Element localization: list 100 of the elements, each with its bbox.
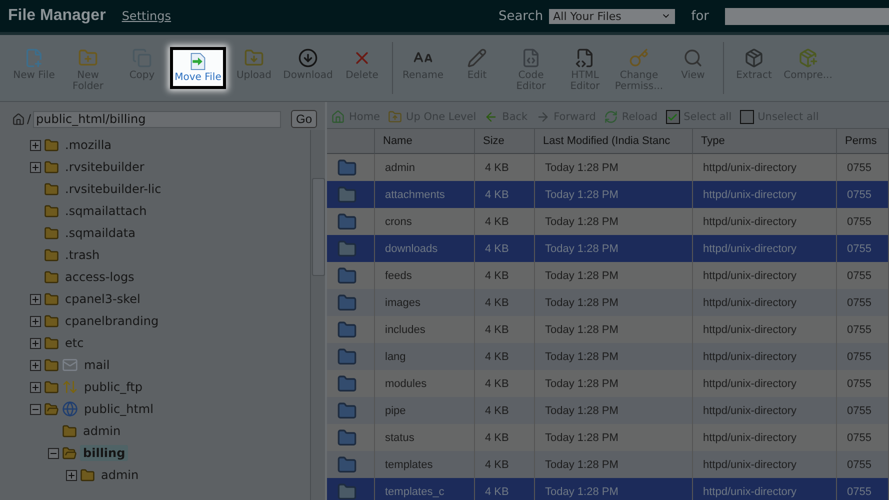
- table-cell: 4 KB: [475, 262, 535, 289]
- box-icon: [744, 48, 764, 68]
- table-cell: httpd/unix-directory: [693, 424, 837, 451]
- table-cell: Today 1:28 PM: [535, 370, 693, 397]
- table-cell: Today 1:28 PM: [535, 208, 693, 235]
- table-cell: Today 1:28 PM: [535, 424, 693, 451]
- globe-icon: [62, 401, 78, 417]
- folder-icon: [337, 266, 357, 286]
- table-cell: 0755: [837, 154, 889, 181]
- settings-link[interactable]: Settings: [122, 9, 172, 23]
- upload-icon: [244, 48, 264, 68]
- table-cell: httpd/unix-directory: [693, 262, 837, 289]
- table-cell: 4 KB: [475, 478, 535, 500]
- expand-plus-icon[interactable]: [30, 294, 41, 304]
- table-cell: httpd/unix-directory: [693, 478, 837, 500]
- table-cell: feeds: [375, 262, 475, 289]
- column-header[interactable]: Name: [375, 129, 475, 154]
- key-icon: [629, 48, 649, 68]
- new-folder-icon: [78, 48, 98, 68]
- table-cell: Today 1:28 PM: [535, 154, 693, 181]
- expand-plus-icon[interactable]: [30, 140, 41, 150]
- folder-icon: [337, 212, 357, 232]
- checkbox-icon: [740, 110, 754, 124]
- collapse-minus-icon[interactable]: [30, 404, 41, 414]
- table-cell: 0755: [837, 208, 889, 235]
- expand-plus-icon[interactable]: [30, 360, 41, 370]
- table-cell: 0755: [837, 235, 889, 262]
- reload-icon: [604, 110, 618, 124]
- column-header[interactable]: Type: [693, 129, 837, 154]
- new-file-icon: [24, 48, 44, 68]
- home-icon: [331, 110, 345, 124]
- move-file-icon: [190, 53, 206, 70]
- go-button[interactable]: Go: [290, 110, 317, 128]
- toolbar-button[interactable]: Move File: [170, 47, 226, 89]
- expand-plus-icon[interactable]: [30, 382, 41, 392]
- table-cell: includes: [375, 316, 475, 343]
- expand-plus-icon[interactable]: [30, 162, 41, 172]
- tree-item[interactable]: etc: [62, 335, 87, 351]
- table-cell: Today 1:28 PM: [535, 235, 693, 262]
- tree-item[interactable]: .trash: [62, 247, 103, 263]
- html-file-icon: [575, 48, 595, 68]
- left-arrow-icon: [484, 110, 498, 124]
- expand-plus-icon[interactable]: [66, 470, 77, 480]
- column-header[interactable]: Size: [475, 129, 535, 154]
- tree-item[interactable]: mail: [81, 357, 113, 373]
- tree-item[interactable]: .rvsitebuilder-lic: [62, 181, 164, 197]
- tree-item[interactable]: .sqmaildata: [62, 225, 138, 241]
- table-cell: 4 KB: [475, 424, 535, 451]
- table-cell: httpd/unix-directory: [693, 235, 837, 262]
- table-cell: status: [375, 424, 475, 451]
- ftp-icon: [62, 379, 78, 395]
- table-cell: 0755: [837, 262, 889, 289]
- folder-icon: [337, 454, 357, 474]
- envelope-icon: [62, 357, 78, 373]
- tree-item[interactable]: .sqmailattach: [62, 203, 150, 219]
- table-cell: httpd/unix-directory: [693, 208, 837, 235]
- search-field[interactable]: [725, 8, 889, 24]
- tree-item[interactable]: public_ftp: [81, 379, 146, 395]
- column-header[interactable]: Last Modified (India Stanc: [535, 129, 693, 154]
- tree-item[interactable]: cpanelbranding: [62, 313, 162, 329]
- table-cell: 4 KB: [475, 181, 535, 208]
- table-cell: Today 1:28 PM: [535, 478, 693, 500]
- download-icon: [298, 48, 318, 68]
- tree-item[interactable]: admin: [98, 467, 142, 483]
- tree-item[interactable]: billing: [80, 445, 128, 461]
- pencil-icon: [467, 48, 487, 68]
- box-icon: [798, 48, 818, 68]
- tree-item[interactable]: .mozilla: [62, 137, 114, 153]
- tree-item[interactable]: access-logs: [62, 269, 138, 285]
- tree-item[interactable]: .rvsitebuilder: [62, 159, 148, 175]
- scrollbar[interactable]: [310, 130, 325, 500]
- tree-item[interactable]: cpanel3-skel: [62, 291, 144, 307]
- folder-icon: [337, 428, 357, 448]
- expand-plus-icon[interactable]: [30, 316, 41, 326]
- table-cell: 0755: [837, 424, 889, 451]
- table-cell: httpd/unix-directory: [693, 370, 837, 397]
- magnifier-icon: [683, 48, 703, 68]
- folder-icon: [337, 184, 357, 204]
- for-label: for: [691, 8, 709, 24]
- search-label: Search: [498, 8, 544, 24]
- tree-item[interactable]: public_html: [81, 401, 156, 417]
- path-separator: /: [27, 112, 32, 126]
- table-cell: modules: [375, 370, 475, 397]
- table-cell: 4 KB: [475, 370, 535, 397]
- tree-item[interactable]: admin: [80, 423, 124, 439]
- folder-icon: [337, 482, 357, 500]
- table-cell: 0755: [837, 478, 889, 500]
- folder-icon: [337, 346, 357, 366]
- search-scope-dropdown[interactable]: All Your Files: [549, 8, 676, 24]
- home-icon: [12, 112, 25, 126]
- path-field[interactable]: public_html/billing: [33, 110, 281, 128]
- table-cell: Today 1:28 PM: [535, 262, 693, 289]
- table-cell: crons: [375, 208, 475, 235]
- collapse-minus-icon[interactable]: [48, 448, 59, 458]
- table-cell: 0755: [837, 370, 889, 397]
- expand-plus-icon[interactable]: [30, 338, 41, 348]
- checkbox-icon: [666, 110, 680, 124]
- table-cell: templates_c: [375, 478, 475, 500]
- column-header[interactable]: Perms: [837, 129, 889, 154]
- scrollbar-thumb[interactable]: [312, 178, 325, 276]
